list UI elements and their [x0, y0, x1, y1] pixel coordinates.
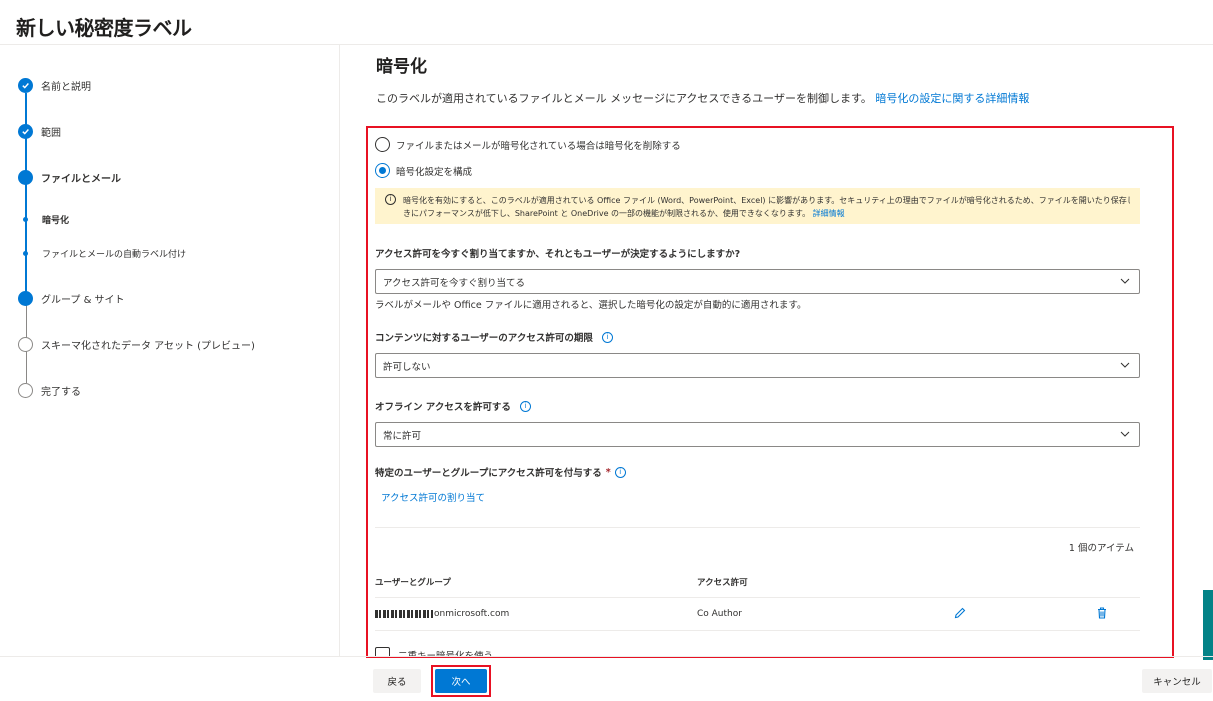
check-icon — [18, 124, 33, 139]
section-description: このラベルが適用されているファイルとメール メッセージにアクセスできるユーザーを… — [376, 92, 1030, 105]
step-label: ファイルとメール — [41, 174, 121, 185]
info-icon[interactable]: i — [519, 400, 531, 412]
check-icon — [18, 78, 33, 93]
step-files-email[interactable]: ファイルとメール — [18, 170, 121, 185]
wizard-stepper: 名前と説明 範囲 ファイルとメール 暗号化 ファイルとメールの自動ラベル付け グ… — [0, 45, 340, 656]
step-scope[interactable]: 範囲 — [18, 124, 61, 139]
access-expiry-dropdown[interactable]: 許可しない — [375, 353, 1140, 378]
step-dot-icon — [18, 291, 33, 306]
divider — [375, 597, 1140, 598]
table-row-user[interactable]: onmicrosoft.com — [375, 609, 509, 619]
table-row-permission: Co Author — [697, 609, 742, 619]
double-key-checkbox[interactable]: 二重キー暗号化を使う — [375, 647, 493, 656]
stepper-progress-line — [25, 93, 27, 225]
chevron-down-icon — [1120, 278, 1130, 284]
column-header-permissions[interactable]: アクセス許可 — [697, 576, 748, 588]
radio-configure-encryption[interactable]: 暗号化設定を構成 — [375, 163, 472, 178]
info-icon[interactable]: i — [601, 331, 613, 343]
radio-label: ファイルまたはメールが暗号化されている場合は暗号化を削除する — [396, 140, 681, 152]
question-assign-permissions: アクセス許可を今すぐ割り当てますか、それともユーザーが決定するようにしますか? — [375, 249, 741, 260]
assign-helper-text: ラベルがメールや Office ファイルに適用されると、選択した暗号化の設定が自… — [375, 300, 807, 311]
step-name-description[interactable]: 名前と説明 — [18, 78, 91, 93]
radio-label: 暗号化設定を構成 — [396, 166, 473, 178]
question-access-expiry: コンテンツに対するユーザーのアクセス許可の期限 i — [375, 330, 613, 344]
chevron-down-icon — [1120, 362, 1130, 368]
radio-selected-icon[interactable] — [375, 163, 390, 178]
empty-circle-icon — [18, 383, 33, 398]
step-groups-sites[interactable]: グループ & サイト — [18, 291, 125, 306]
chevron-down-icon — [1120, 431, 1130, 437]
question-grant-access: 特定のユーザーとグループにアクセス許可を付与する * i — [375, 465, 626, 479]
warning-banner: i 暗号化を有効にすると、このラベルが適用されている Office ファイル (… — [375, 188, 1140, 224]
cancel-button[interactable]: キャンセル — [1142, 669, 1212, 693]
encryption-settings-panel[interactable]: ファイルまたはメールが暗号化されている場合は暗号化を削除する 暗号化設定を構成 … — [375, 128, 1140, 656]
step-finish[interactable]: 完了する — [18, 383, 81, 398]
assign-permissions-dropdown[interactable]: アクセス許可を今すぐ割り当てる — [375, 269, 1140, 294]
trash-icon[interactable] — [1095, 606, 1109, 620]
stepper-progress-line — [25, 225, 27, 295]
empty-circle-icon — [18, 337, 33, 352]
info-icon: i — [385, 194, 396, 205]
pencil-icon[interactable] — [953, 606, 967, 620]
warning-learn-more-link[interactable]: 詳細情報 — [813, 209, 845, 218]
section-title: 暗号化 — [376, 57, 427, 77]
current-step-dot-icon — [18, 170, 33, 185]
substep-dot-icon — [23, 251, 28, 256]
column-header-users[interactable]: ユーザーとグループ — [375, 576, 451, 588]
warning-text-line1: 暗号化を有効にすると、このラベルが適用されている Office ファイル (Wo… — [403, 196, 1130, 205]
question-offline-access: オフライン アクセスを許可する i — [375, 399, 531, 413]
step-label: ファイルとメールの自動ラベル付け — [42, 250, 187, 260]
item-count: 1 個のアイテム — [1068, 543, 1134, 554]
warning-text-line2: きにパフォーマンスが低下し、SharePoint と OneDrive の一部の… — [403, 209, 811, 218]
redacted-text — [375, 609, 433, 618]
footer-divider — [0, 656, 1213, 657]
step-encryption[interactable]: 暗号化 — [18, 213, 69, 226]
offline-access-dropdown[interactable]: 常に許可 — [375, 422, 1140, 447]
radio-unselected-icon[interactable] — [375, 137, 390, 152]
step-label: 範囲 — [41, 128, 61, 139]
required-asterisk: * — [605, 466, 611, 478]
divider — [375, 527, 1140, 528]
divider — [375, 630, 1140, 631]
checkbox-icon[interactable] — [375, 647, 390, 656]
learn-more-link[interactable]: 暗号化の設定に関する詳細情報 — [875, 92, 1029, 105]
step-schematized-assets[interactable]: スキーマ化されたデータ アセット (プレビュー) — [18, 337, 255, 352]
radio-remove-encryption[interactable]: ファイルまたはメールが暗号化されている場合は暗号化を削除する — [375, 137, 681, 152]
step-label: スキーマ化されたデータ アセット (プレビュー) — [41, 341, 255, 352]
step-auto-labeling[interactable]: ファイルとメールの自動ラベル付け — [18, 247, 186, 260]
back-button[interactable]: 戻る — [373, 669, 421, 693]
assign-permissions-link[interactable]: アクセス許可の割り当て — [381, 490, 485, 504]
step-label: 名前と説明 — [41, 82, 91, 93]
step-label: 完了する — [41, 387, 81, 398]
page-title: 新しい秘密度ラベル — [16, 16, 192, 40]
next-button[interactable]: 次へ — [435, 669, 487, 693]
step-label: 暗号化 — [42, 216, 70, 226]
step-label: グループ & サイト — [41, 295, 125, 306]
substep-dot-icon — [23, 217, 28, 222]
info-icon[interactable]: i — [614, 466, 626, 478]
side-panel-tab[interactable] — [1203, 590, 1213, 660]
